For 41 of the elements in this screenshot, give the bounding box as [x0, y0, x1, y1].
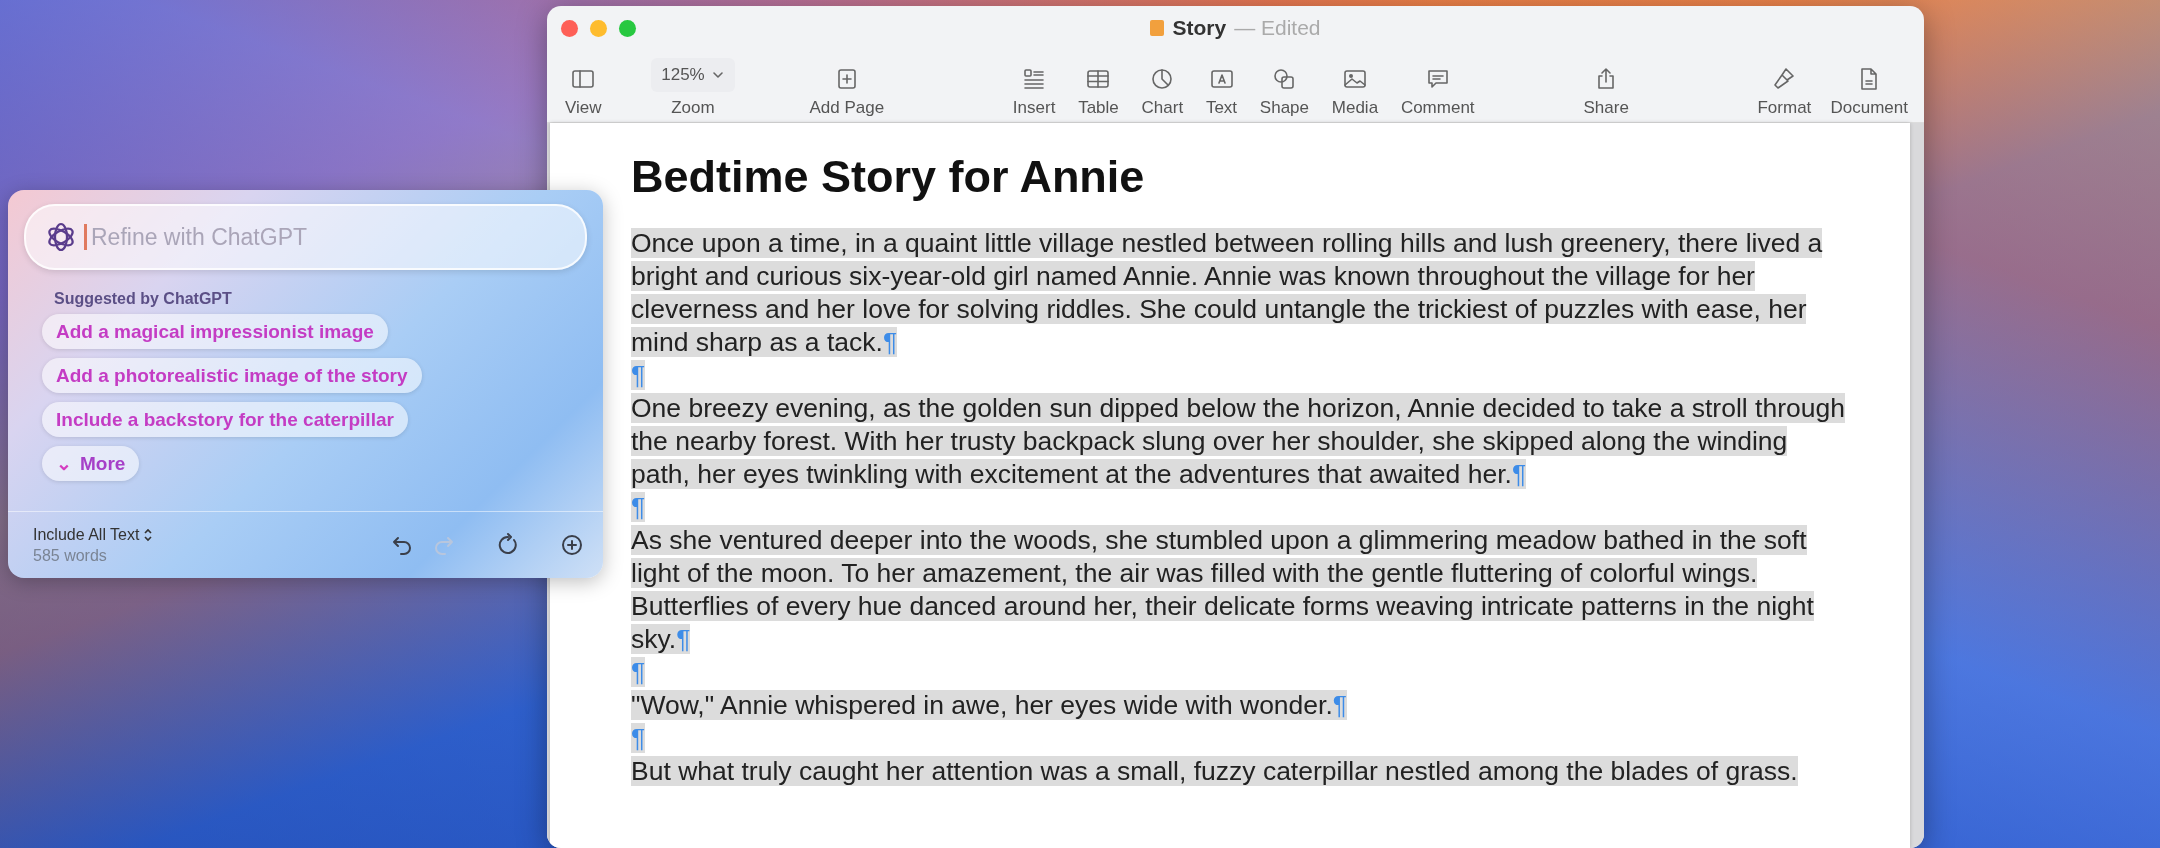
paragraph: ¶ [631, 359, 647, 392]
toolbar-button[interactable]: Document [1824, 66, 1914, 118]
document-title: Bedtime Story for Annie [631, 150, 1146, 204]
toolbar-label: Zoom [671, 98, 715, 118]
paragraph: One breezy evening, as the golden sun dipped below the horizon, Annie decided to take a stroll through the nearby forest. With her trusty backpack slung over her shoulder, she skipped along the winding path, her eyes twinkling with excitement at the adventures that awaited her.¶ [631, 392, 1846, 491]
up-down-chevron-icon [143, 527, 154, 542]
suggestion-chip[interactable]: Add a magical impressionist image [42, 314, 388, 349]
word-count: 585 words [33, 546, 108, 565]
toolbar-button[interactable]: Text [1199, 66, 1244, 118]
paragraph: ¶ [631, 722, 647, 755]
paragraph: But what truly caught her attention was a small, fuzzy caterpillar nestled among the blades of grass. [631, 755, 1799, 788]
minimize-button[interactable] [590, 19, 607, 37]
toolbar-button[interactable]: Format [1751, 66, 1818, 118]
refine-input-field[interactable]: Refine with ChatGPT [89, 222, 567, 252]
toolbar-button[interactable]: Share [1577, 66, 1635, 118]
paragraph: ¶ [631, 491, 647, 524]
toolbar-button[interactable]: Add Page [803, 66, 891, 118]
toolbar-button[interactable]: Comment [1394, 66, 1481, 118]
toolbar-button[interactable]: Insert [1006, 66, 1062, 118]
paragraph: "Wow," Annie whispered in awe, her eyes wide with wonder.¶ [631, 689, 1349, 722]
section-label: Suggested by ChatGPT [54, 290, 233, 308]
suggestion-chip[interactable]: Add a photorealistic image of the story [42, 358, 422, 393]
zoom-button[interactable] [619, 19, 636, 37]
document-icon [1150, 20, 1165, 36]
toolbar-button[interactable]: Media [1325, 66, 1385, 118]
toolbar-button[interactable]: Shape [1253, 66, 1316, 118]
toolbar-button[interactable]: View [559, 66, 608, 118]
scope-selector[interactable]: Include All Text [33, 525, 154, 544]
suggestion-chip[interactable]: Include a backstory for the caterpillar [42, 402, 408, 437]
edited-status: — Edited [1234, 16, 1321, 40]
paragraph: Once upon a time, in a quaint little village nestled between rolling hills and lush greenery, there lived a bright and curious six-year-old girl named Annie. Annie was known throughout the village for her cleverness and her love for solving riddles. She could untangle the trickiest of puzzles with ease, her mind sharp as a tack.¶ [631, 227, 1824, 359]
paragraph: ¶ [631, 656, 647, 689]
close-button[interactable] [561, 19, 578, 37]
refine-input-field[interactable]: Refine with ChatGPT [24, 204, 587, 270]
paragraph: As she ventured deeper into the woods, she stumbled upon a glimmering meadow bathed in the soft light of the moon. To her amazement, the air was filled with the gentle fluttering of colorful wings. Butterflies of every hue danced around her, their delicate forms weaving intricate patterns in the night sky.¶ [631, 524, 1815, 656]
toolbar-button[interactable]: Chart [1135, 66, 1190, 118]
add-icon [559, 532, 585, 558]
window-title: Story [1172, 16, 1227, 40]
toolbar-button[interactable]: Table [1072, 66, 1125, 118]
more-button[interactable]: ⌄ More [42, 446, 140, 481]
zoom-dropdown[interactable]: 125% [651, 58, 735, 92]
